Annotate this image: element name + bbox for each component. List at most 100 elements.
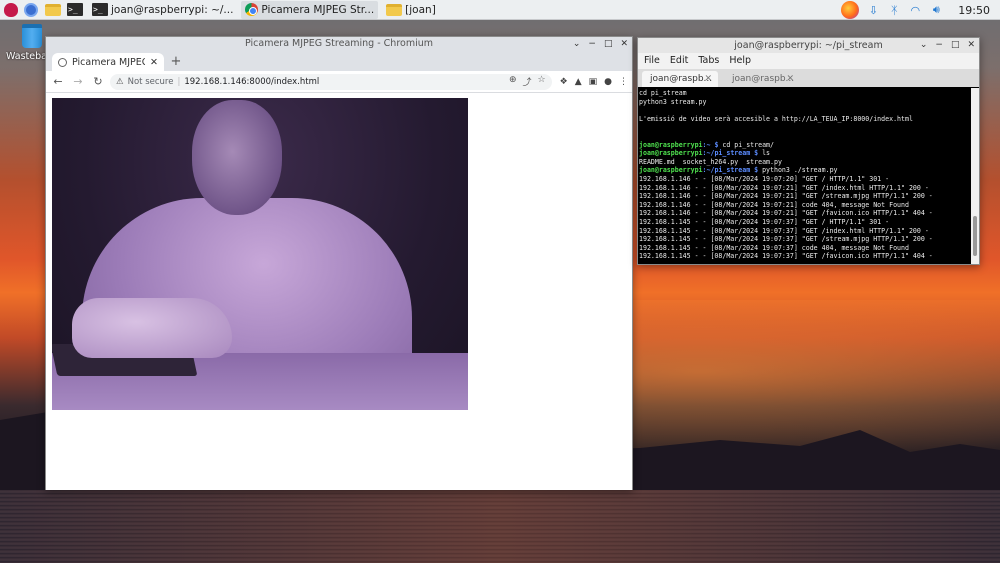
back-icon[interactable]: ← <box>50 74 66 90</box>
new-tab-button[interactable]: + <box>168 53 184 71</box>
terminal-titlebar[interactable]: joan@raspberrypi: ~/pi_stream ⌄ − □ ✕ <box>638 38 979 53</box>
taskbar-item-label: [joan] <box>405 3 436 16</box>
line-text: cd pi_stream <box>639 89 687 97</box>
close-icon[interactable]: ✕ <box>786 71 794 87</box>
menu-file[interactable]: File <box>644 53 660 69</box>
terminal-line: 192.168.1.146 - - [08/Mar/2024 19:07:21]… <box>639 192 971 201</box>
terminal-line: 192.168.1.146 - - [08/Mar/2024 19:07:20]… <box>639 175 971 184</box>
account-icon[interactable]: ● <box>604 77 612 87</box>
terminal-tab-2[interactable]: joan@raspb... ✕ <box>724 71 800 87</box>
line-text: ls <box>762 149 771 158</box>
line-text: 192.168.1.145 - - [08/Mar/2024 19:07:37]… <box>639 226 929 235</box>
system-tray: ⇩ ᛡ ◠ 🔊︎ 19:50 <box>841 0 1000 20</box>
terminal-line: joan@raspberrypi:~/pi_stream $ ls <box>639 149 971 158</box>
scrollbar-thumb[interactable] <box>973 216 977 256</box>
menu-tabs[interactable]: Tabs <box>698 53 719 69</box>
firefox-icon[interactable] <box>841 1 860 19</box>
web-browser-launcher[interactable] <box>22 2 40 18</box>
prompt-path: :~/pi_stream $ <box>702 166 763 175</box>
terminal-line: 192.168.1.145 - - [08/Mar/2024 19:07:37]… <box>639 252 971 261</box>
wallpaper-sea <box>0 490 1000 563</box>
extensions-icon[interactable]: ❖ <box>560 77 568 87</box>
line-text: 192.168.1.146 - - [08/Mar/2024 19:07:21]… <box>639 183 929 192</box>
chromium-icon <box>245 3 259 16</box>
close-icon[interactable]: ✕ <box>967 38 975 53</box>
clock[interactable]: 19:50 <box>958 4 990 17</box>
line-text: cd pi_stream/ <box>722 140 774 149</box>
camera-stream-image <box>52 98 468 410</box>
minimize-icon[interactable]: − <box>588 37 596 51</box>
line-text: 192.168.1.145 - - [08/Mar/2024 19:07:37]… <box>639 243 909 252</box>
window-title: Picamera MJPEG Streaming - Chromium <box>244 38 434 49</box>
terminal-line: README.md socket_h264.py stream.py <box>639 158 971 167</box>
tab-picamera[interactable]: Picamera MJPEG Stream ✕ <box>52 53 164 71</box>
terminal-line: 192.168.1.145 - - [08/Mar/2024 19:07:37]… <box>639 218 971 227</box>
updates-icon[interactable]: ⇩ <box>866 3 880 17</box>
separator: | <box>177 76 181 87</box>
taskbar-item-file-manager[interactable]: [joan] <box>382 1 440 19</box>
side-panel-icon[interactable]: ▣ <box>589 77 598 87</box>
volume-icon[interactable]: 🔊︎ <box>929 3 943 17</box>
terminal-launcher[interactable]: >_ <box>66 2 84 18</box>
chromium-window: Picamera MJPEG Streaming - Chromium ⌄ − … <box>45 36 633 490</box>
folder-icon <box>386 3 403 16</box>
reload-icon[interactable]: ↻ <box>90 74 106 90</box>
stream-hands <box>72 298 232 358</box>
menu-edit[interactable]: Edit <box>670 53 688 69</box>
terminal-tab-label: joan@raspb... <box>732 74 795 84</box>
maximize-icon[interactable]: □ <box>951 38 960 53</box>
taskbar-item-label: Picamera MJPEG Str... <box>261 3 375 16</box>
tab-strip: Picamera MJPEG Stream ✕ + <box>46 51 632 71</box>
line-text: 192.168.1.145 - - [08/Mar/2024 19:07:37]… <box>639 252 933 261</box>
raspberry-menu-icon[interactable] <box>4 2 18 17</box>
line-text: 192.168.1.146 - - [08/Mar/2024 19:07:21]… <box>639 209 933 218</box>
close-icon[interactable]: ✕ <box>150 57 158 68</box>
maximize-icon[interactable]: □ <box>604 37 613 51</box>
line-text: 192.168.1.146 - - [08/Mar/2024 19:07:20]… <box>639 174 890 183</box>
close-icon[interactable]: ✕ <box>620 37 628 51</box>
top-panel: >_ >_ joan@raspberrypi: ~/... Picamera M… <box>0 0 1000 20</box>
zoom-icon[interactable]: ⊕ <box>509 75 517 88</box>
taskbar-item-label: joan@raspberrypi: ~/... <box>111 3 234 16</box>
terminal-scrollbar[interactable] <box>971 88 979 264</box>
terminal-menubar: File Edit Tabs Help <box>638 53 979 69</box>
not-secure-label[interactable]: Not secure <box>128 77 174 87</box>
share-icon[interactable]: ⤴ <box>523 75 532 88</box>
warning-icon[interactable]: ⚠ <box>116 77 124 87</box>
terminal-line: 192.168.1.146 - - [08/Mar/2024 19:07:21]… <box>639 209 971 218</box>
chromium-titlebar[interactable]: Picamera MJPEG Streaming - Chromium ⌄ − … <box>46 37 632 51</box>
globe-icon <box>24 2 38 17</box>
chevron-down-icon[interactable]: ⌄ <box>920 38 928 53</box>
close-icon[interactable]: ✕ <box>704 71 712 87</box>
terminal-line: 192.168.1.146 - - [08/Mar/2024 19:07:21]… <box>639 184 971 193</box>
line-text: python3 stream.py <box>639 97 707 106</box>
line-text: 192.168.1.145 - - [08/Mar/2024 19:07:37]… <box>639 217 890 226</box>
forward-icon[interactable]: → <box>70 74 86 90</box>
globe-icon <box>58 57 67 67</box>
line-text: 192.168.1.145 - - [08/Mar/2024 19:07:37]… <box>639 235 933 244</box>
menu-help[interactable]: Help <box>729 53 751 69</box>
line-text: README.md socket_h264.py stream.py <box>639 157 782 166</box>
terminal-output[interactable]: cd pi_stream python3 stream.py L'emissió d… <box>638 88 972 264</box>
terminal-tabs: joan@raspb... ✕ joan@raspb... ✕ <box>638 69 979 87</box>
bookmark-star-icon[interactable]: ☆ <box>538 75 546 88</box>
taskbar-item-chromium[interactable]: Picamera MJPEG Str... <box>241 0 379 19</box>
chevron-down-icon[interactable]: ⌄ <box>573 37 581 51</box>
bluetooth-icon[interactable]: ᛡ <box>887 3 901 17</box>
terminal-tab-1[interactable]: joan@raspb... ✕ <box>642 71 718 87</box>
menu-icon[interactable]: ⋮ <box>619 77 628 87</box>
file-manager-launcher[interactable] <box>44 2 62 18</box>
address-bar[interactable]: ⚠ Not secure | 192.168.1.146:8000/index.… <box>110 73 552 90</box>
profile-icon[interactable]: ▲ <box>575 77 582 87</box>
minimize-icon[interactable]: − <box>935 38 943 53</box>
taskbar-item-terminal[interactable]: >_ joan@raspberrypi: ~/... <box>88 1 237 19</box>
url-text[interactable]: 192.168.1.146:8000/index.html <box>184 77 505 87</box>
stream-person-head <box>192 100 282 215</box>
wifi-icon[interactable]: ◠ <box>908 3 922 17</box>
window-title: joan@raspberrypi: ~/pi_stream <box>734 40 883 51</box>
terminal-line: 192.168.1.146 - - [08/Mar/2024 19:07:21]… <box>639 201 971 210</box>
prompt-user: joan@raspberrypi <box>639 149 703 158</box>
